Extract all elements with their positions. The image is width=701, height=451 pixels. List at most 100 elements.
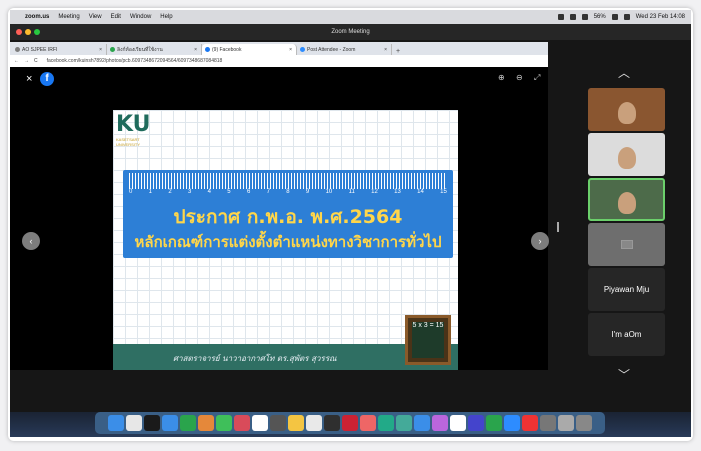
tray-icon[interactable] [557,14,564,20]
ruler-number: 3 [187,189,192,195]
participant-name: Piyawan Mju [603,285,650,294]
dock-app-icon[interactable] [342,415,358,431]
dock-app-icon[interactable] [252,415,268,431]
chalkboard-text: 5 x 3 = 15 [412,322,444,358]
zoom-in-icon[interactable]: ⊕ [498,73,505,82]
close-icon[interactable]: × [26,73,32,85]
participant-video-tile[interactable] [588,178,665,221]
logo-text: KU [116,112,151,137]
new-tab-icon[interactable]: + [396,48,400,55]
dock-app-icon[interactable] [306,415,322,431]
menu-app[interactable]: zoom.us [25,14,49,20]
browser-tab[interactable]: ลิงก์ห้องเรียนที่ใช้งาน × [107,44,202,55]
participant-name-tile[interactable]: I'm aOm [588,313,665,356]
dock-app-icon[interactable] [396,415,412,431]
close-icon[interactable]: × [384,47,387,53]
zoom-out-icon[interactable]: ⊖ [516,73,523,82]
dock-app-icon[interactable] [432,415,448,431]
menu-view[interactable]: View [89,14,102,20]
dock-app-icon[interactable] [144,415,160,431]
dock-app-icon[interactable] [576,415,592,431]
dock-app-icon[interactable] [162,415,178,431]
ruler-number: 7 [266,189,270,195]
ruler-number: 11 [348,189,355,195]
person-avatar [617,101,636,124]
dock-app-icon[interactable] [324,415,340,431]
next-photo-button[interactable]: › [531,232,549,250]
url-text[interactable]: facebook.com/kuinsh7892/photos/pcb.60973… [47,58,223,64]
search-icon[interactable] [623,14,630,20]
close-icon[interactable]: × [194,47,197,53]
menu-window[interactable]: Window [130,14,151,20]
dock-app-icon[interactable] [234,415,250,431]
menu-edit[interactable]: Edit [111,14,121,20]
dock-app-icon[interactable] [414,415,430,431]
dock-app-icon[interactable] [360,415,376,431]
window-title: Zoom Meeting [331,29,370,35]
ruler-number: 5 [227,189,231,195]
chevron-down-icon[interactable]: ﹀ [618,366,630,383]
facebook-icon[interactable]: f [40,72,54,86]
dock-app-icon[interactable] [450,415,466,431]
close-icon[interactable]: × [99,47,102,53]
fullscreen-icon[interactable]: ⤢ [534,73,540,83]
ruler-numbers: 0 1 2 3 4 5 6 7 8 9 10 11 12 13 14 15 [129,189,447,195]
tab-label: Post Attendee - Zoom [307,46,356,53]
dock-app-icon[interactable] [378,415,394,431]
person-avatar [617,191,636,214]
clock[interactable]: Wed 23 Feb 14:08 [636,14,685,20]
battery-label: 56% [593,14,606,20]
menu-meeting[interactable]: Meeting [58,14,79,20]
browser-tab[interactable]: Post Attendee - Zoom × [297,44,392,55]
close-icon[interactable]: × [289,47,292,53]
dock-app-icon[interactable] [558,415,574,431]
participant-video-tile[interactable] [588,133,665,176]
ruler-number: 12 [371,189,378,195]
panel-resize-handle[interactable] [557,222,559,232]
previous-photo-button[interactable]: ‹ [22,232,40,250]
tab-favicon [205,47,210,52]
dock-app-icon[interactable] [198,415,214,431]
dock-app-icon[interactable] [108,415,124,431]
tray-icon[interactable] [581,14,588,20]
chevron-up-icon[interactable]: ︿ [618,64,630,81]
browser-tab[interactable]: AO SJPEE IRFI × [12,44,107,55]
tray-icon[interactable] [569,14,576,20]
dock-app-icon[interactable] [504,415,520,431]
dock-app-icon[interactable] [288,415,304,431]
participant-name-tile[interactable]: Piyawan Mju [588,268,665,311]
participant-video-tile[interactable] [588,88,665,131]
ruler-number: 8 [286,189,290,195]
reload-icon[interactable]: C [34,58,38,64]
ruler-number: 0 [129,189,133,195]
slide-title: ประกาศ ก.พ.อ. พ.ศ.2564 [173,206,403,228]
dock-app-icon[interactable] [468,415,484,431]
forward-icon[interactable]: → [24,58,29,64]
participant-name: I'm aOm [611,330,642,339]
address-bar[interactable]: ← → C facebook.com/kuinsh7892/photos/pcb… [10,55,548,67]
minimize-window-button[interactable] [25,29,31,35]
chalkboard-image: 5 x 3 = 15 [405,315,451,365]
dock-app-icon[interactable] [180,415,196,431]
slide-subtitle: หลักเกณฑ์การแต่งตั้งตำแหน่งทางวิชาการทั่… [134,233,442,251]
dock-app-icon[interactable] [522,415,538,431]
dock-app-icon[interactable] [216,415,232,431]
close-window-button[interactable] [16,29,22,35]
shared-browser: AO SJPEE IRFI × ลิงก์ห้องเรียนที่ใช้งาน × … [10,42,548,67]
dock-app-icon[interactable] [270,415,286,431]
dock-app-icon[interactable] [540,415,556,431]
zoom-window-button[interactable] [34,29,40,35]
participant-video-tile[interactable] [588,223,665,266]
presenter-name: ศาสตราจารย์ นาวาอากาศโท ดร.สุพัตร สุวรรณ [173,354,337,363]
slide-image: KU KASETSART UNIVERSITY 0 1 2 3 4 5 6 7 8 9 10 11 12… [113,110,458,370]
dock-app-icon[interactable] [126,415,142,431]
dock-app-icon[interactable] [486,415,502,431]
browser-tab-active[interactable]: (9) Facebook × [202,44,297,55]
wifi-icon[interactable] [611,14,618,20]
back-icon[interactable]: ← [14,58,19,64]
ruler-ticks [129,173,447,189]
menu-help[interactable]: Help [160,14,172,20]
mac-dock [95,412,605,434]
tab-favicon [110,47,115,52]
tab-label: AO SJPEE IRFI [22,46,58,53]
